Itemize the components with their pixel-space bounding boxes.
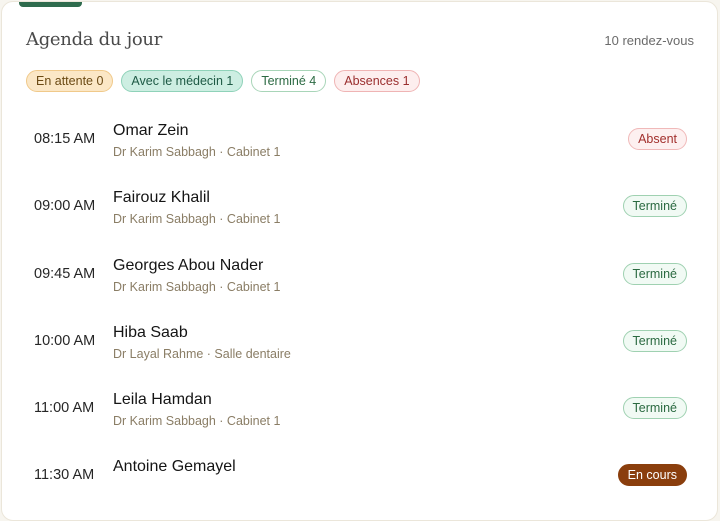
status-badge: Terminé	[622, 195, 687, 218]
filter-chip-done[interactable]: Terminé 4	[251, 70, 327, 92]
appointment-time: 09:00 AM	[34, 198, 96, 215]
doctor-room: Dr Karim Sabbagh · Cabinet 1	[113, 414, 281, 429]
patient-name: Hiba Saab	[113, 323, 188, 341]
patient-name: Georges Abou Nader	[113, 256, 264, 274]
appointment-row[interactable]: 11:30 AM Antoine Gemayel En cours	[2, 441, 717, 508]
appointment-time: 11:30 AM	[34, 467, 95, 484]
appointment-list: 08:15 AM Omar Zein Dr Karim Sabbagh · Ca…	[2, 105, 717, 509]
status-badge: En cours	[617, 464, 687, 487]
appointment-row[interactable]: 11:00 AM Leila Hamdan Dr Karim Sabbagh ·…	[2, 374, 717, 441]
doctor-room: Dr Karim Sabbagh · Cabinet 1	[113, 212, 281, 227]
patient-name: Leila Hamdan	[113, 391, 212, 409]
status-badge: Terminé	[622, 329, 687, 352]
appointment-time: 10:00 AM	[34, 332, 96, 349]
filter-chip-waiting[interactable]: En attente 0	[26, 70, 114, 92]
appointment-row[interactable]: 09:00 AM Fairouz Khalil Dr Karim Sabbagh…	[2, 172, 717, 239]
appointment-count: 10 rendez-vous	[604, 33, 694, 48]
status-badge: Terminé	[622, 397, 687, 420]
filter-chip-absences[interactable]: Absences 1	[334, 70, 420, 92]
appointment-row[interactable]: 08:15 AM Omar Zein Dr Karim Sabbagh · Ca…	[2, 105, 717, 172]
status-filter-bar: En attente 0 Avec le médecin 1 Terminé 4…	[26, 70, 420, 92]
appointment-row[interactable]: 09:45 AM Georges Abou Nader Dr Karim Sab…	[2, 240, 717, 307]
appointment-row[interactable]: 10:00 AM Hiba Saab Dr Layal Rahme · Sall…	[2, 307, 717, 374]
patient-name: Antoine Gemayel	[113, 458, 236, 476]
doctor-room: Dr Karim Sabbagh · Cabinet 1	[113, 145, 281, 159]
patient-name: Omar Zein	[113, 122, 189, 139]
daily-agenda-card: Agenda du jour 10 rendez-vous En attente…	[1, 1, 718, 521]
filter-chip-with-doctor[interactable]: Avec le médecin 1	[121, 70, 244, 92]
patient-name: Fairouz Khalil	[113, 189, 210, 207]
appointment-time: 08:15 AM	[34, 131, 96, 147]
doctor-room: Dr Layal Rahme · Salle dentaire	[113, 346, 291, 361]
doctor-room: Dr Karim Sabbagh · Cabinet 1	[113, 279, 281, 294]
status-badge: Terminé	[622, 262, 687, 285]
appointment-time: 11:00 AM	[34, 400, 95, 417]
status-badge: Absent	[628, 128, 687, 150]
page-title: Agenda du jour	[26, 29, 162, 50]
appointment-time: 09:45 AM	[34, 265, 96, 282]
active-tab-indicator	[19, 2, 82, 7]
